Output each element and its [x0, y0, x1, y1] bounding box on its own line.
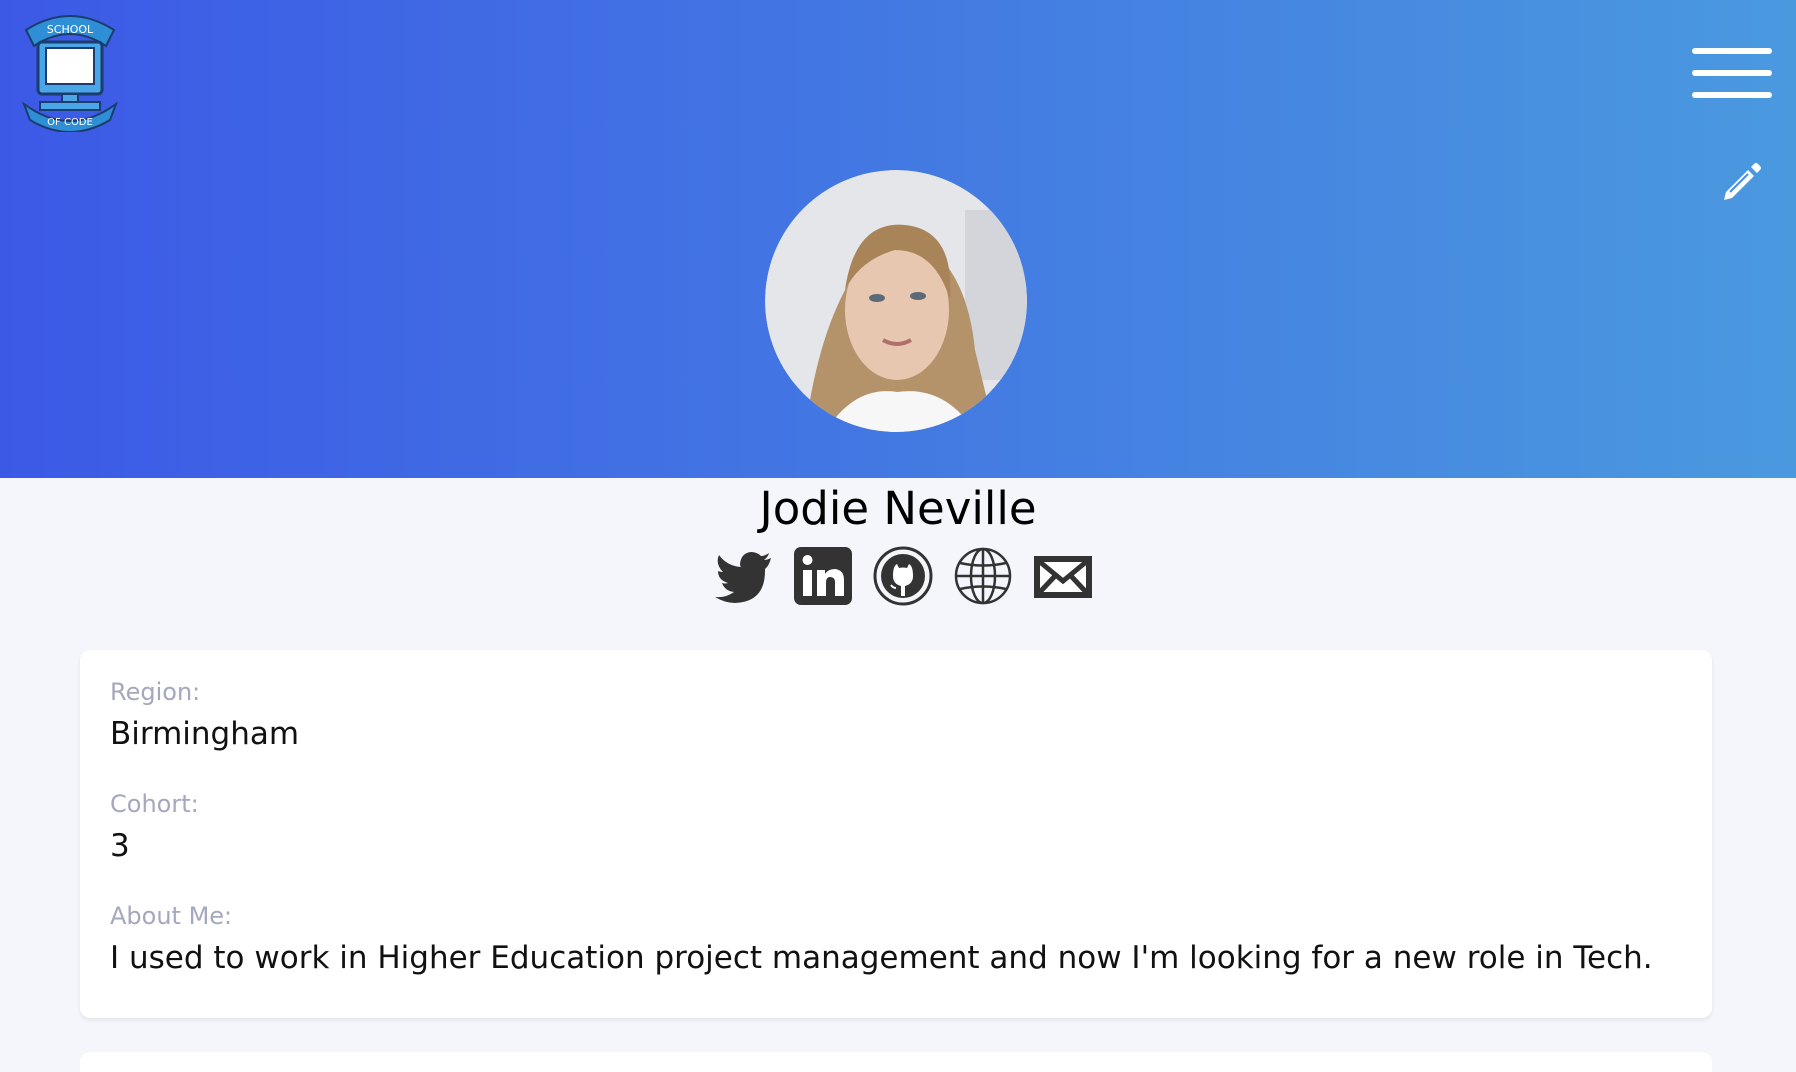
twitter-icon[interactable] [713, 546, 773, 606]
cohort-label: Cohort: [110, 790, 199, 818]
hamburger-menu-icon[interactable] [1688, 48, 1772, 100]
about-value: I used to work in Higher Education proje… [110, 940, 1653, 976]
cohort-value: 3 [110, 828, 130, 864]
logo-text-top: SCHOOL [47, 23, 94, 36]
region-value: Birmingham [110, 716, 300, 752]
social-links [713, 546, 1097, 608]
logo-text-bottom: OF CODE [47, 117, 93, 128]
globe-icon[interactable] [953, 546, 1013, 606]
avatar [765, 170, 1027, 432]
envelope-icon[interactable] [1033, 546, 1093, 606]
profile-name: Jodie Neville [759, 482, 1037, 535]
about-label: About Me: [110, 902, 233, 930]
school-of-code-logo[interactable]: SCHOOL OF CODE [18, 8, 122, 132]
profile-details-card: Region: Birmingham Cohort: 3 About Me: I… [80, 650, 1712, 1018]
next-card [80, 1052, 1712, 1072]
github-icon[interactable] [873, 546, 933, 606]
region-label: Region: [110, 678, 201, 706]
pencil-icon[interactable] [1718, 158, 1766, 206]
profile-header: SCHOOL OF CODE [0, 0, 1796, 478]
linkedin-icon[interactable] [793, 546, 853, 606]
